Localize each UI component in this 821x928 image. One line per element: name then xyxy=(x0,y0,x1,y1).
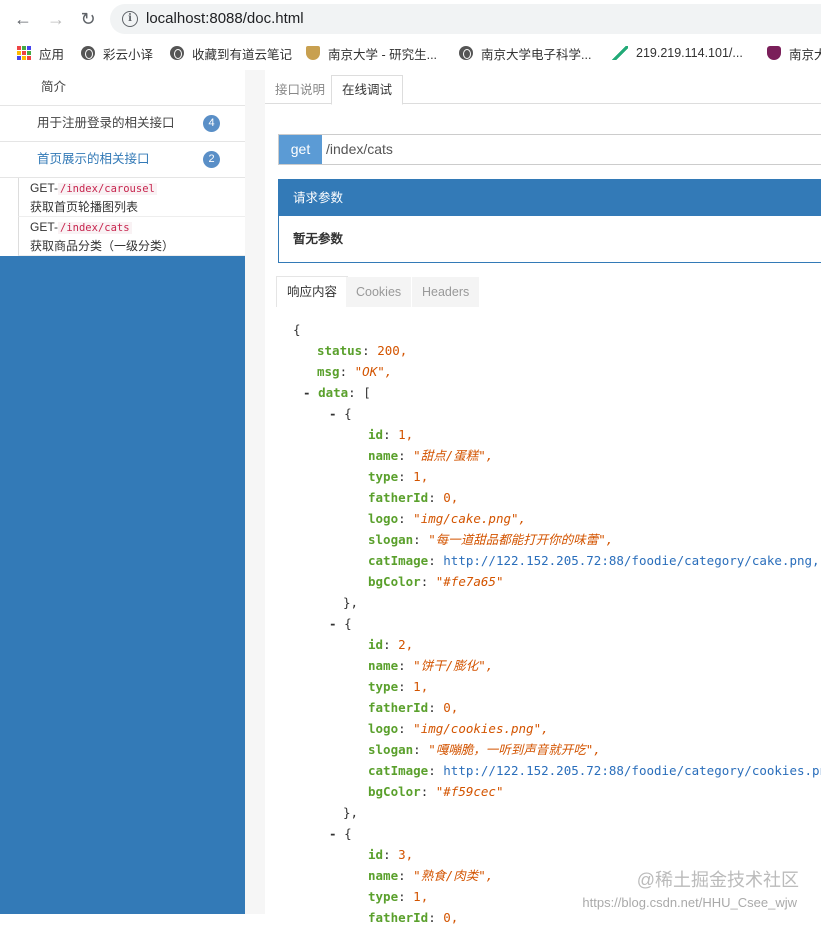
json-line: slogan: "嘎嘣脆，一听到声音就开吃", xyxy=(368,742,601,757)
json-brace: { xyxy=(293,322,301,337)
sidebar-group-auth[interactable]: 用于注册登录的相关接口 4 xyxy=(0,106,245,142)
tab-debug[interactable]: 在线调试 xyxy=(331,75,404,105)
bookmark-nju-grad[interactable]: 南京大学 - 研究生... xyxy=(306,43,437,63)
json-line: - { xyxy=(329,406,352,421)
tab-headers[interactable]: Headers xyxy=(412,277,480,307)
gutter xyxy=(245,70,265,914)
api-method: GET- xyxy=(30,181,59,195)
json-line: bgColor: "#fe7a65" xyxy=(368,574,504,589)
collapse-toggle[interactable]: - xyxy=(303,385,311,400)
params-title: 请求参数 xyxy=(279,180,821,216)
bookmarks-bar: 应用 彩云小译 收藏到有道云笔记 南京大学 - 研究生... 南京大学电子科学.… xyxy=(0,38,821,68)
json-line: fatherId: 0, xyxy=(368,910,459,925)
sidebar-menu: 简介 用于注册登录的相关接口 4 首页展示的相关接口 2 GET-/index/… xyxy=(0,70,245,256)
request-url-bar: get /index/cats xyxy=(278,134,821,165)
json-line: fatherId: 0, xyxy=(368,700,459,715)
collapse-toggle[interactable]: - xyxy=(329,826,337,841)
json-line: type: 1, xyxy=(368,469,429,484)
bookmark-ip[interactable]: 219.219.114.101/... xyxy=(612,43,743,63)
json-line: name: "熟食/肉类", xyxy=(368,868,494,883)
collapse-toggle[interactable]: - xyxy=(329,616,337,631)
apps-icon xyxy=(17,46,31,60)
count-badge: 2 xyxy=(203,151,220,168)
sidebar-item-intro[interactable]: 简介 xyxy=(0,70,245,106)
request-path-input[interactable]: /index/cats xyxy=(326,135,393,164)
crest-icon xyxy=(767,46,781,60)
json-line: - { xyxy=(329,826,352,841)
json-line: }, xyxy=(343,805,359,820)
sidebar-group-index[interactable]: 首页展示的相关接口 2 xyxy=(0,142,245,178)
bookmark-nju[interactable]: 南京大 xyxy=(767,43,821,63)
json-line: bgColor: "#f59cec" xyxy=(368,784,504,799)
globe-icon xyxy=(170,46,184,60)
json-line: logo: "img/cookies.png", xyxy=(368,721,549,736)
main-content: 接口说明 在线调试 get /index/cats 请求参数 暂无参数 响应内容… xyxy=(245,70,821,925)
api-item-carousel[interactable]: GET-/index/carousel 获取首页轮播图列表 xyxy=(18,178,245,217)
json-line: msg: "OK", xyxy=(317,364,393,379)
tab-response-body[interactable]: 响应内容 xyxy=(276,276,349,307)
globe-icon xyxy=(459,46,473,60)
browser-chrome: ← → ↻ i localhost:8088/doc.html 应用 彩云小译 … xyxy=(0,0,821,71)
forward-arrow-icon[interactable]: → xyxy=(45,8,67,30)
api-path: /index/carousel xyxy=(58,183,157,195)
json-line: - data: [ xyxy=(303,385,371,400)
json-line: id: 3, xyxy=(368,847,414,862)
collapse-toggle[interactable]: - xyxy=(329,406,337,421)
json-line: id: 2, xyxy=(368,637,414,652)
json-link[interactable]: http://122.152.205.72:88/foodie/category… xyxy=(443,763,821,778)
method-button[interactable]: get xyxy=(279,135,322,164)
back-arrow-icon[interactable]: ← xyxy=(12,8,34,30)
json-line: catImage: http://122.152.205.72:88/foodi… xyxy=(368,553,820,568)
json-line: slogan: "每一道甜品都能打开你的味蕾", xyxy=(368,532,614,547)
api-desc: 获取商品分类（一级分类） xyxy=(30,239,175,253)
json-line: id: 1, xyxy=(368,427,414,442)
globe-icon xyxy=(81,46,95,60)
watermark-url: https://blog.csdn.net/HHU_Csee_wjw xyxy=(582,895,797,910)
json-line: logo: "img/cake.png", xyxy=(368,511,527,526)
watermark-brand: @稀土掘金技术社区 xyxy=(636,870,799,890)
sidebar: 简介 用于注册登录的相关接口 4 首页展示的相关接口 2 GET-/index/… xyxy=(0,70,245,914)
json-line: fatherId: 0, xyxy=(368,490,459,505)
info-icon[interactable]: i xyxy=(122,11,138,27)
bookmark-nju-ese[interactable]: 南京大学电子科学... xyxy=(459,43,591,63)
doc-tabs: 接口说明 在线调试 xyxy=(265,70,821,105)
json-line: name: "饼干/膨化", xyxy=(368,658,494,673)
json-line: catImage: http://122.152.205.72:88/foodi… xyxy=(368,761,821,781)
tab-cookies[interactable]: Cookies xyxy=(346,277,412,307)
url-text[interactable]: localhost:8088/doc.html xyxy=(146,10,304,27)
bookmark-youdao[interactable]: 收藏到有道云笔记 xyxy=(170,43,292,63)
api-desc: 获取首页轮播图列表 xyxy=(30,200,139,214)
shield-icon xyxy=(306,46,320,60)
api-item-cats[interactable]: GET-/index/cats 获取商品分类（一级分类） xyxy=(18,217,245,256)
response-tabs: 响应内容 Cookies Headers xyxy=(276,276,821,307)
reload-icon[interactable]: ↻ xyxy=(77,8,99,30)
json-line: status: 200, xyxy=(317,343,408,358)
count-badge: 4 xyxy=(203,115,220,132)
mountain-icon xyxy=(612,46,628,60)
bookmark-apps[interactable]: 应用 xyxy=(17,43,64,63)
api-path: /index/cats xyxy=(58,222,132,234)
json-line: - { xyxy=(329,616,352,631)
api-method: GET- xyxy=(30,220,59,234)
address-bar[interactable]: i localhost:8088/doc.html xyxy=(110,4,821,34)
params-empty: 暂无参数 xyxy=(293,232,344,246)
json-line: }, xyxy=(343,595,359,610)
json-line: type: 1, xyxy=(368,889,429,904)
bookmark-caiyun[interactable]: 彩云小译 xyxy=(81,43,153,63)
json-line: type: 1, xyxy=(368,679,429,694)
json-line: name: "甜点/蛋糕", xyxy=(368,448,494,463)
json-link[interactable]: http://122.152.205.72:88/foodie/category… xyxy=(443,553,819,568)
browser-nav: ← → ↻ i localhost:8088/doc.html xyxy=(0,0,821,38)
params-panel: 请求参数 暂无参数 xyxy=(278,179,821,263)
tab-description[interactable]: 接口说明 xyxy=(265,77,335,103)
